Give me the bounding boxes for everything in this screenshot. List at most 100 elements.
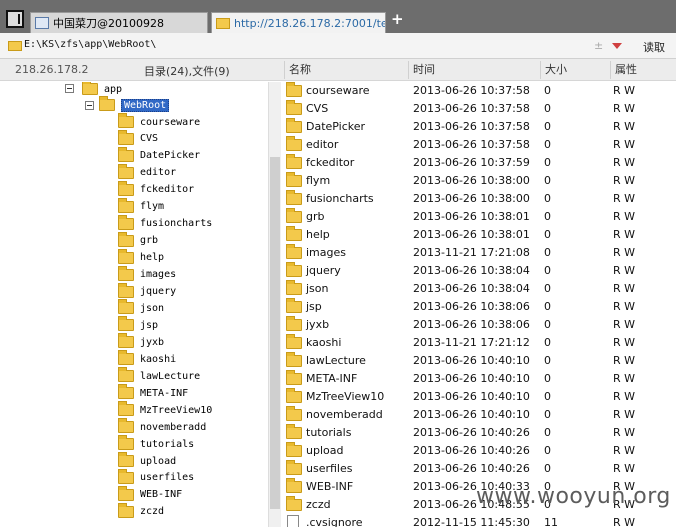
sidebar-toggle-icon[interactable] [6,10,24,28]
tree-item[interactable]: userfiles [118,468,194,486]
history-icon[interactable]: ± [594,39,603,52]
file-name: WEB-INF [306,480,354,493]
file-name: META-INF [306,372,358,385]
collapse-icon[interactable] [85,101,94,110]
tree-scrollbar[interactable] [268,82,281,527]
file-name: fckeditor [306,156,355,169]
file-time: 2013-06-26 10:37:58 [413,102,530,115]
dropdown-arrow-icon[interactable] [612,43,622,49]
tree-item[interactable]: fckeditor [118,180,195,198]
tree-item[interactable]: flym [118,197,165,215]
read-button[interactable]: 读取 [643,39,665,55]
tree-item[interactable]: CVS [118,129,159,147]
tree-item-label: CVS [140,133,159,145]
file-time: 2013-06-26 10:40:26 [413,426,530,439]
scrollbar-thumb[interactable] [270,157,280,509]
tree-item[interactable]: images [118,265,176,283]
tree-item[interactable]: json [118,299,165,316]
file-name: upload [306,444,344,457]
list-item[interactable]: fusioncharts 2013-06-26 10:38:00 0 R W [282,190,676,208]
tree-item-app[interactable]: app [82,82,122,97]
folder-icon [118,333,134,349]
list-item[interactable]: help 2013-06-26 10:38:01 0 R W [282,226,676,244]
tab-caidao[interactable]: 中国菜刀@20100928 [30,12,208,33]
file-size: 0 [544,210,551,223]
folder-icon [118,452,134,467]
list-item[interactable]: CVS 2013-06-26 10:37:58 0 R W [282,100,676,118]
tree-item[interactable]: grb [118,231,158,249]
file-time: 2013-06-26 10:40:10 [413,390,530,403]
window-icon [35,17,49,29]
tree-item[interactable]: jsp [118,316,158,333]
file-name: jquery [306,264,341,277]
file-size: 0 [544,300,551,313]
column-size[interactable]: 大小 [540,61,610,79]
tree-item[interactable]: editor [118,163,177,181]
tree-item[interactable]: tutorials [118,435,194,452]
tree-item[interactable]: novemberadd [118,418,206,435]
list-item[interactable]: userfiles 2013-06-26 10:40:26 0 R W [282,460,676,478]
tree-item-label: fckeditor [140,184,195,196]
list-item[interactable]: kaoshi 2013-11-21 17:21:12 0 R W [282,334,676,352]
list-item[interactable]: jsp 2013-06-26 10:38:06 0 R W [282,298,676,316]
tree-item[interactable]: fusioncharts [118,214,212,232]
path-input[interactable]: E:\KS\zfs\app\WebRoot\ [24,39,156,50]
tab-filemanager[interactable]: http://218.26.178.2:7001/tes… [211,12,386,33]
tree-item[interactable]: jyxb [118,333,164,350]
folder-icon [216,17,230,29]
tree-item[interactable]: courseware [118,113,201,130]
column-attr[interactable]: 属性 [610,61,676,79]
column-name[interactable]: 名称 [284,61,408,79]
list-item[interactable]: fckeditor 2013-06-26 10:37:59 0 R W [282,154,676,172]
tree-item[interactable]: zczd [118,502,164,520]
list-item[interactable]: images 2013-11-21 17:21:08 0 R W [282,244,676,262]
tree-item-webroot[interactable]: WebRoot [99,96,170,113]
list-item[interactable]: jyxb 2013-06-26 10:38:06 0 R W [282,316,676,334]
tree-item[interactable]: help [118,248,164,266]
file-time: 2013-06-26 10:37:58 [413,84,530,97]
folder-icon [118,299,134,315]
file-time: 2013-06-26 10:40:26 [413,444,530,457]
new-tab-button[interactable]: + [391,12,405,27]
list-item[interactable]: novemberadd 2013-06-26 10:40:10 0 R W [282,406,676,424]
folder-icon [118,129,134,145]
folder-icon [118,282,134,298]
file-size: 0 [544,174,551,187]
file-name: flym [306,174,331,187]
list-item[interactable]: courseware 2013-06-26 10:37:58 0 R W [282,82,676,100]
column-time[interactable]: 时间 [408,61,540,79]
tree-item[interactable]: lawLecture [118,367,200,384]
file-time: 2013-06-26 10:40:26 [413,462,530,475]
tree-item[interactable]: MzTreeView10 [118,401,212,418]
folder-icon [286,262,302,277]
list-item[interactable]: grb 2013-06-26 10:38:01 0 R W [282,208,676,226]
collapse-icon[interactable] [65,84,74,93]
list-item[interactable]: tutorials 2013-06-26 10:40:26 0 R W [282,424,676,442]
tree-item-label: flym [140,201,165,213]
list-item[interactable]: META-INF 2013-06-26 10:40:10 0 R W [282,370,676,388]
file-name: fusioncharts [306,192,374,205]
list-item[interactable]: .cvsignore 2012-11-15 11:45:30 11 R W [282,514,676,527]
list-item[interactable]: lawLecture 2013-06-26 10:40:10 0 R W [282,352,676,370]
tree-item-label: editor [140,167,177,179]
tree-item[interactable]: WEB-INF [118,485,182,503]
file-time: 2013-06-26 10:37:59 [413,156,530,169]
list-item[interactable]: flym 2013-06-26 10:38:00 0 R W [282,172,676,190]
tree-item-label: json [140,302,165,314]
list-item[interactable]: editor 2013-06-26 10:37:58 0 R W [282,136,676,154]
list-item[interactable]: MzTreeView10 2013-06-26 10:40:10 0 R W [282,388,676,406]
list-item[interactable]: upload 2013-06-26 10:40:26 0 R W [282,442,676,460]
tree-item[interactable]: META-INF [118,384,188,401]
tree-item-label: courseware [140,116,201,128]
tree-item[interactable]: upload [118,452,176,469]
list-item[interactable]: DatePicker 2013-06-26 10:37:58 0 R W [282,118,676,136]
file-time: 2013-06-26 10:40:10 [413,408,530,421]
file-attr: R W [613,444,636,457]
tree-item[interactable]: kaoshi [118,350,176,367]
tree-item[interactable]: jquery [118,282,176,300]
file-attr: R W [613,300,636,313]
folder-icon [286,100,302,115]
tree-item[interactable]: DatePicker [118,146,200,164]
list-item[interactable]: json 2013-06-26 10:38:04 0 R W [282,280,676,298]
list-item[interactable]: jquery 2013-06-26 10:38:04 0 R W [282,262,676,280]
